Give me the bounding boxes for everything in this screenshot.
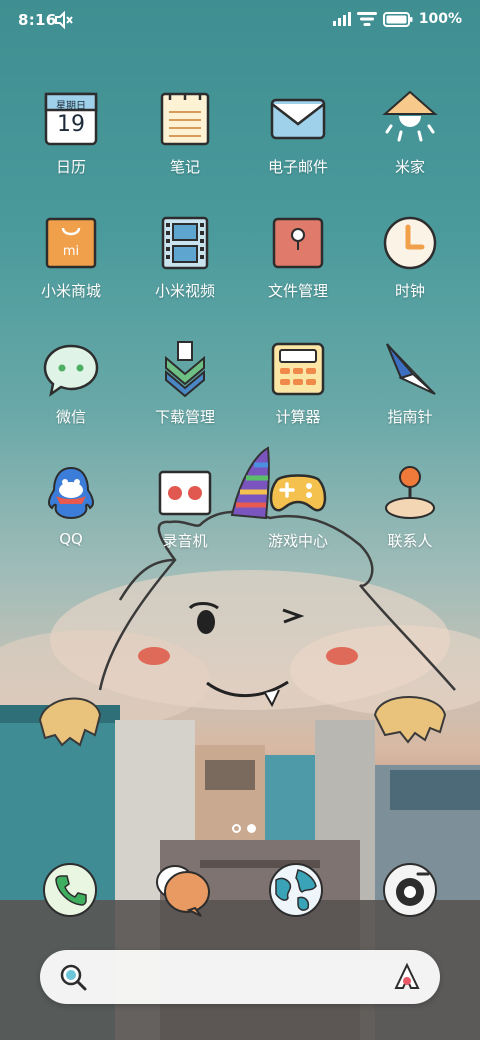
calendar-weekday: 星期日 (56, 101, 86, 112)
mute-icon (55, 11, 73, 29)
app-label: 电子邮件 (267, 158, 328, 176)
status-bar: 8:16 100% (0, 0, 480, 42)
compass-icon (381, 340, 439, 398)
app-calculator[interactable]: 计算器 (243, 340, 353, 427)
wechat-icon (42, 340, 100, 398)
app-label: 米家 (394, 158, 425, 176)
file-manager-icon (269, 214, 327, 272)
battery-icon (382, 11, 413, 27)
contacts-joystick-icon (381, 464, 439, 522)
download-icon (156, 340, 214, 398)
page-indicator (232, 824, 256, 833)
app-email[interactable]: 电子邮件 (243, 90, 353, 177)
app-label: 时钟 (394, 282, 425, 300)
app-game-center[interactable]: 游戏中心 (243, 464, 353, 551)
video-film-icon (156, 214, 214, 272)
app-label: 计算器 (275, 408, 321, 426)
wifi-icon (356, 12, 377, 26)
app-label: 下载管理 (154, 408, 215, 426)
calendar-day: 19 (57, 112, 85, 137)
app-download-manager[interactable]: 下载管理 (130, 340, 240, 427)
dock-camera[interactable] (382, 862, 438, 918)
camera-lens-icon (383, 863, 437, 917)
app-label: 小米视频 (154, 282, 215, 300)
recorder-icon (156, 464, 214, 522)
status-time: 8:16 (18, 11, 57, 29)
app-clock[interactable]: 时钟 (355, 214, 465, 301)
mijia-lamp-icon (381, 90, 439, 148)
app-file-manager[interactable]: 文件管理 (243, 214, 353, 301)
app-mi-store[interactable]: mi 小米商城 (16, 214, 126, 301)
phone-icon (43, 863, 97, 917)
dock-messages[interactable] (155, 862, 211, 918)
search-bar[interactable] (40, 950, 440, 1004)
signal-icon (332, 12, 351, 26)
calculator-icon (269, 340, 327, 398)
app-qq[interactable]: QQ (16, 464, 126, 548)
status-indicators: 100% (332, 11, 462, 27)
app-label: 笔记 (169, 158, 200, 176)
clock-icon (381, 214, 439, 272)
app-mijia[interactable]: 米家 (355, 90, 465, 177)
app-label: 指南针 (387, 408, 433, 426)
message-bubble-icon (156, 865, 210, 917)
app-contacts[interactable]: 联系人 (355, 464, 465, 551)
app-label: 联系人 (387, 532, 433, 550)
notes-icon (156, 90, 214, 148)
calendar-icon: 星期日 19 (42, 90, 100, 148)
battery-percentage: 100% (418, 11, 462, 27)
search-icon[interactable] (58, 962, 88, 992)
page-dot[interactable] (232, 824, 241, 833)
mi-logo-text: mi (62, 244, 80, 259)
app-label: 录音机 (162, 532, 208, 550)
assistant-icon[interactable] (392, 962, 422, 992)
mi-store-icon: mi (42, 214, 100, 272)
app-calendar[interactable]: 星期日 19 日历 (16, 90, 126, 177)
app-label: 微信 (55, 408, 86, 426)
app-label: 小米商城 (40, 282, 101, 300)
qq-penguin-icon (42, 464, 100, 522)
app-recorder[interactable]: 录音机 (130, 464, 240, 551)
app-mi-video[interactable]: 小米视频 (130, 214, 240, 301)
gamepad-icon (269, 464, 327, 522)
app-compass[interactable]: 指南针 (355, 340, 465, 427)
dock-browser[interactable] (268, 862, 324, 918)
app-label: 游戏中心 (267, 532, 328, 550)
page-dot-current[interactable] (247, 824, 256, 833)
email-icon (269, 90, 327, 148)
app-notes[interactable]: 笔记 (130, 90, 240, 177)
app-label: 日历 (55, 158, 86, 176)
app-wechat[interactable]: 微信 (16, 340, 126, 427)
app-label: 文件管理 (267, 282, 328, 300)
globe-icon (269, 863, 323, 917)
dock-phone[interactable] (42, 862, 98, 918)
app-label: QQ (59, 530, 83, 548)
